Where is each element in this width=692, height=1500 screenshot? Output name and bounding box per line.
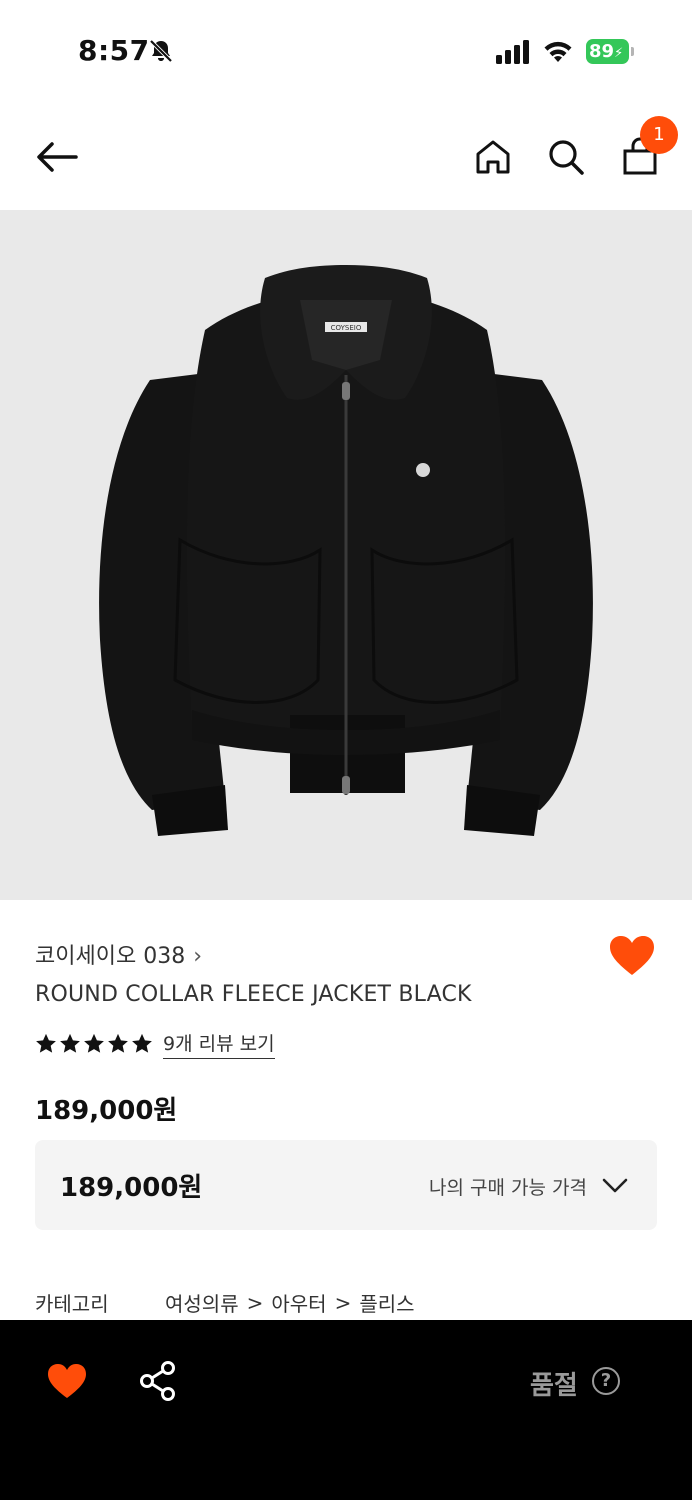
rating-row: 9개 리뷰 보기 [35, 1029, 275, 1059]
purchasable-price-value: 189,000원 [60, 1173, 203, 1203]
home-icon [476, 140, 510, 174]
wifi-icon [544, 41, 572, 62]
nav-header [0, 100, 692, 210]
bell-slash-icon [149, 39, 173, 63]
share-icon[interactable] [138, 1360, 178, 1402]
chevron-right-icon: > [246, 1290, 264, 1315]
star-rating [35, 1033, 153, 1055]
purchasable-price-label: 나의 구매 가능 가격 [429, 1177, 587, 1199]
chevron-down-icon [602, 1178, 628, 1193]
chevron-right-icon: › [193, 944, 202, 969]
battery-charging-icon: 89⚡ [586, 39, 634, 64]
category-item[interactable]: 아우터 [271, 1288, 326, 1317]
bottom-action-bar: 품절 ? [0, 1320, 692, 1500]
category-row: 카테고리 여성의류 > 아우터 > 플리스 [35, 1288, 415, 1317]
help-circle-icon[interactable]: ? [592, 1367, 620, 1395]
purchasable-price-dropdown[interactable]: 189,000원 나의 구매 가능 가격 [35, 1140, 657, 1230]
heart-icon[interactable] [46, 1362, 88, 1400]
brand-name: 코이세이오 038 [35, 944, 186, 969]
product-name: ROUND COLLAR FLEECE JACKET BLACK [35, 982, 472, 1007]
review-link[interactable]: 9개 리뷰 보기 [163, 1029, 275, 1059]
signal-icon [496, 40, 529, 64]
status-time: 8:57 [78, 34, 150, 67]
jacket-image: COYSEIO [99, 265, 593, 836]
home-button[interactable] [469, 133, 517, 181]
category-breadcrumb: 여성의류 > 아우터 > 플리스 [165, 1288, 415, 1317]
star-icon [132, 1033, 152, 1053]
cart-count-badge: 1 [640, 116, 678, 154]
status-bar: 8:57 89⚡ [0, 0, 692, 100]
star-icon [84, 1033, 104, 1053]
battery-level: 89⚡ [586, 39, 629, 64]
sold-out-label: 품절 [530, 1371, 578, 1401]
search-button[interactable] [542, 133, 590, 181]
category-item[interactable]: 여성의류 [165, 1288, 239, 1317]
star-icon [108, 1033, 128, 1053]
chevron-right-icon: > [334, 1290, 352, 1315]
star-icon [60, 1033, 80, 1053]
jacket-label: COYSEIO [331, 324, 362, 332]
category-label: 카테고리 [35, 1292, 109, 1316]
brand-link[interactable]: 코이세이오 038 › [35, 938, 202, 970]
star-icon [36, 1033, 56, 1053]
product-image[interactable]: COYSEIO [0, 210, 692, 900]
wishlist-heart-icon[interactable] [608, 934, 656, 978]
search-icon [549, 140, 584, 175]
back-arrow-icon [37, 142, 78, 172]
category-item[interactable]: 플리스 [359, 1288, 414, 1317]
product-price: 189,000원 [35, 1096, 178, 1126]
back-button[interactable] [32, 133, 80, 181]
